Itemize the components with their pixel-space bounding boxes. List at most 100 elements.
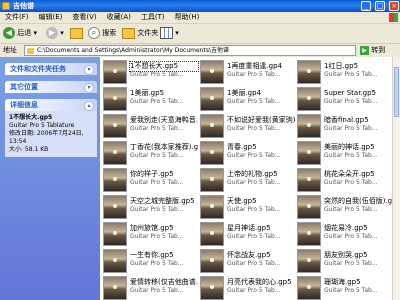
details-body: 1不想长大.gp5 Guitar Pro 5 Tablature 修改日期: 2…: [5, 111, 97, 157]
file-type: Guitar Pro 5 Tab...: [324, 125, 378, 132]
file-item[interactable]: 1美丽.gp4 Guitar Pro 5 Tab...: [200, 86, 295, 112]
up-folder-button[interactable]: [70, 27, 83, 40]
back-label: 后退: [17, 29, 32, 37]
file-name: 天空之城完整版.gp5: [130, 197, 195, 205]
folders-icon: [122, 27, 135, 39]
file-name: 朋友别哭.gp5: [324, 251, 368, 259]
file-type: Guitar Pro 5 Tab...: [130, 260, 184, 267]
search-label: 搜索: [102, 29, 117, 37]
file-item[interactable]: 加州旅馆.gp5 Guitar Pro 5 Tab...: [103, 221, 198, 247]
menu-view[interactable]: 查看(V): [67, 12, 101, 23]
details-filetype: Guitar Pro 5 Tablature: [9, 122, 75, 129]
file-item[interactable]: 爱情转移(仅吉他曲谱.gp5Guitar Pro 5 Tab...: [103, 275, 198, 300]
file-type: Guitar Pro 5 Tab...: [227, 233, 281, 240]
forward-button[interactable]: ▶ ▾: [46, 27, 64, 40]
panel-header[interactable]: 其它位置 ▾: [5, 81, 97, 93]
file-item[interactable]: 朋友别哭.gp5 Guitar Pro 5 Tab...: [297, 248, 392, 274]
minimize-button[interactable]: _: [361, 1, 371, 11]
file-item[interactable]: 暗香final.gp5 Guitar Pro 5 Tab...: [297, 113, 392, 139]
details-size: 大小: 58.1 KB: [9, 146, 49, 153]
file-type: Guitar Pro 5 Tab...: [227, 206, 281, 213]
views-button[interactable]: ▾: [160, 27, 179, 40]
file-item[interactable]: 1红日.gp5 Guitar Pro 5 Tab...: [297, 59, 392, 85]
file-type: Guitar Pro 5 Tab...: [324, 206, 378, 213]
file-name: 一生有你.gp5: [130, 251, 174, 259]
file-item[interactable]: 上帝的礼物.gp5 Guitar Pro 5 Tab...: [200, 167, 295, 193]
chevron-down-icon[interactable]: ▾: [84, 65, 94, 75]
file-type: Guitar Pro 5 Tab...: [130, 179, 184, 186]
file-name: 1美丽.gp5: [130, 89, 165, 97]
file-item[interactable]: 青春.gp5 Guitar Pro 5 Tab...: [200, 140, 295, 166]
file-item[interactable]: 月亮代表我的心.gp5 Guitar Pro 5 Tab...: [200, 275, 295, 300]
back-button[interactable]: ◀ 后退 ▾: [3, 27, 37, 40]
file-name: 1再度重相逢.gp4: [227, 62, 283, 70]
panel-title: 其它位置: [10, 83, 38, 91]
file-item[interactable]: 突然的自我(伍佰版).gp5Guitar Pro 5 Tab...: [297, 194, 392, 220]
folder-icon: [27, 48, 34, 54]
file-type: Guitar Pro 5 Tab...: [227, 125, 281, 132]
file-item[interactable]: Super Star.gp5 Guitar Pro 5 Tab...: [297, 86, 392, 112]
details-panel: 详细信息 ▴ 1不想长大.gp5 Guitar Pro 5 Tablature …: [5, 99, 97, 157]
scrollbar-thumb[interactable]: [394, 67, 399, 117]
file-type: Guitar Pro 5 Tab...: [324, 287, 378, 294]
menu-help[interactable]: 帮助(H): [170, 12, 205, 23]
chevron-up-icon[interactable]: ▴: [84, 101, 94, 111]
file-name: 爱情转移(仅吉他曲谱.gp5: [130, 278, 198, 286]
back-arrow-icon: ◀: [3, 27, 15, 39]
file-item[interactable]: 美丽的神话.gp5 Guitar Pro 5 Tab...: [297, 140, 392, 166]
file-type: Guitar Pro 5 Tab...: [130, 125, 184, 132]
file-item[interactable]: 怀念战友.gp5 Guitar Pro 5 Tab...: [200, 248, 295, 274]
file-thumbnail-icon: [103, 195, 127, 219]
title-bar: 吉他谱 _ □ ×: [0, 0, 400, 12]
file-thumbnail-icon: [103, 114, 127, 138]
file-type: Guitar Pro 5 Tab...: [324, 71, 378, 78]
panel-header[interactable]: 详细信息 ▴: [5, 99, 97, 111]
go-button[interactable]: ▶ 转到: [360, 45, 385, 56]
maximize-button[interactable]: □: [375, 1, 385, 11]
file-thumbnail-icon: [297, 195, 321, 219]
menu-file[interactable]: 文件(F): [0, 12, 34, 23]
menu-edit[interactable]: 编辑(E): [34, 12, 68, 23]
file-item[interactable]: 1美丽.gp5 Guitar Pro 5 Tab...: [103, 86, 198, 112]
file-item[interactable]: 一生有你.gp5 Guitar Pro 5 Tab...: [103, 248, 198, 274]
address-path: C:\Documents and Settings\Administrator\…: [37, 47, 229, 54]
folders-button[interactable]: 文件夹: [122, 27, 158, 40]
menu-favorites[interactable]: 收藏(A): [102, 12, 136, 23]
search-button[interactable]: ⌕ 搜索: [88, 27, 116, 40]
file-item[interactable]: 爱我别走(天意海鸭音.gp5Guitar Pro 5 Tab...: [103, 113, 198, 139]
menu-tools[interactable]: 工具(T): [136, 12, 170, 23]
file-type: Guitar Pro 5 Tab...: [130, 71, 184, 78]
file-item[interactable]: 烟花易冷.gp5 Guitar Pro 5 Tab...: [297, 221, 392, 247]
up-folder-icon: [70, 27, 83, 39]
file-item[interactable]: 1不想长大.gp5 Guitar Pro 5 Tab...: [103, 59, 199, 85]
close-button[interactable]: ×: [389, 1, 399, 11]
vertical-scrollbar[interactable]: [392, 57, 400, 300]
menu-bar: 文件(F) 编辑(E) 查看(V) 收藏(A) 工具(T) 帮助(H): [0, 12, 400, 24]
file-thumbnail-icon: [103, 141, 127, 165]
file-item[interactable]: 天空之城完整版.gp5 Guitar Pro 5 Tab...: [103, 194, 198, 220]
chevron-down-icon[interactable]: ▾: [84, 83, 94, 93]
file-item[interactable]: 珊瑚海.gp5 Guitar Pro 5 Tab...: [297, 275, 392, 300]
file-thumbnail-icon: [103, 87, 127, 111]
go-arrow-icon: ▶: [360, 45, 369, 55]
file-type: Guitar Pro 5 Tab...: [130, 206, 184, 213]
file-item[interactable]: 星月神话.gp5 Guitar Pro 5 Tab...: [200, 221, 295, 247]
file-item[interactable]: 1再度重相逢.gp4 Guitar Pro 5 Tab...: [200, 59, 295, 85]
file-item[interactable]: 你的样子.gp5 Guitar Pro 5 Tab...: [103, 167, 198, 193]
file-folder-tasks-panel: 文件和文件夹任务 ▾: [5, 63, 97, 75]
window-title: 吉他谱: [13, 2, 34, 10]
file-item[interactable]: 桃花朵朵开.gp5 Guitar Pro 5 Tab...: [297, 167, 392, 193]
task-sidebar: 文件和文件夹任务 ▾ 其它位置 ▾ 详细信息 ▴ 1不想长大.gp5 Guita…: [0, 57, 100, 300]
address-input[interactable]: C:\Documents and Settings\Administrator\…: [24, 45, 356, 56]
file-thumbnail-icon: [200, 249, 224, 273]
views-icon: [160, 27, 173, 39]
file-list: 1不想长大.gp5 Guitar Pro 5 Tab... 1再度重相逢.gp4 Gu…: [100, 57, 392, 300]
file-item[interactable]: 不如说好爱我(黄家驹).gp5Guitar Pro 5 Tab...: [200, 113, 295, 139]
details-filename: 1不想长大.gp5: [9, 114, 53, 121]
file-item[interactable]: 天使.gp5 Guitar Pro 5 Tab...: [200, 194, 295, 220]
file-name: 青春.gp5: [227, 143, 257, 151]
file-item[interactable]: 丁香花(我本家推荐).gp5Guitar Pro 5 Tab...: [103, 140, 198, 166]
panel-header[interactable]: 文件和文件夹任务 ▾: [5, 63, 97, 75]
file-name: 丁香花(我本家推荐).gp5: [130, 143, 198, 151]
file-thumbnail-icon: [103, 168, 127, 192]
